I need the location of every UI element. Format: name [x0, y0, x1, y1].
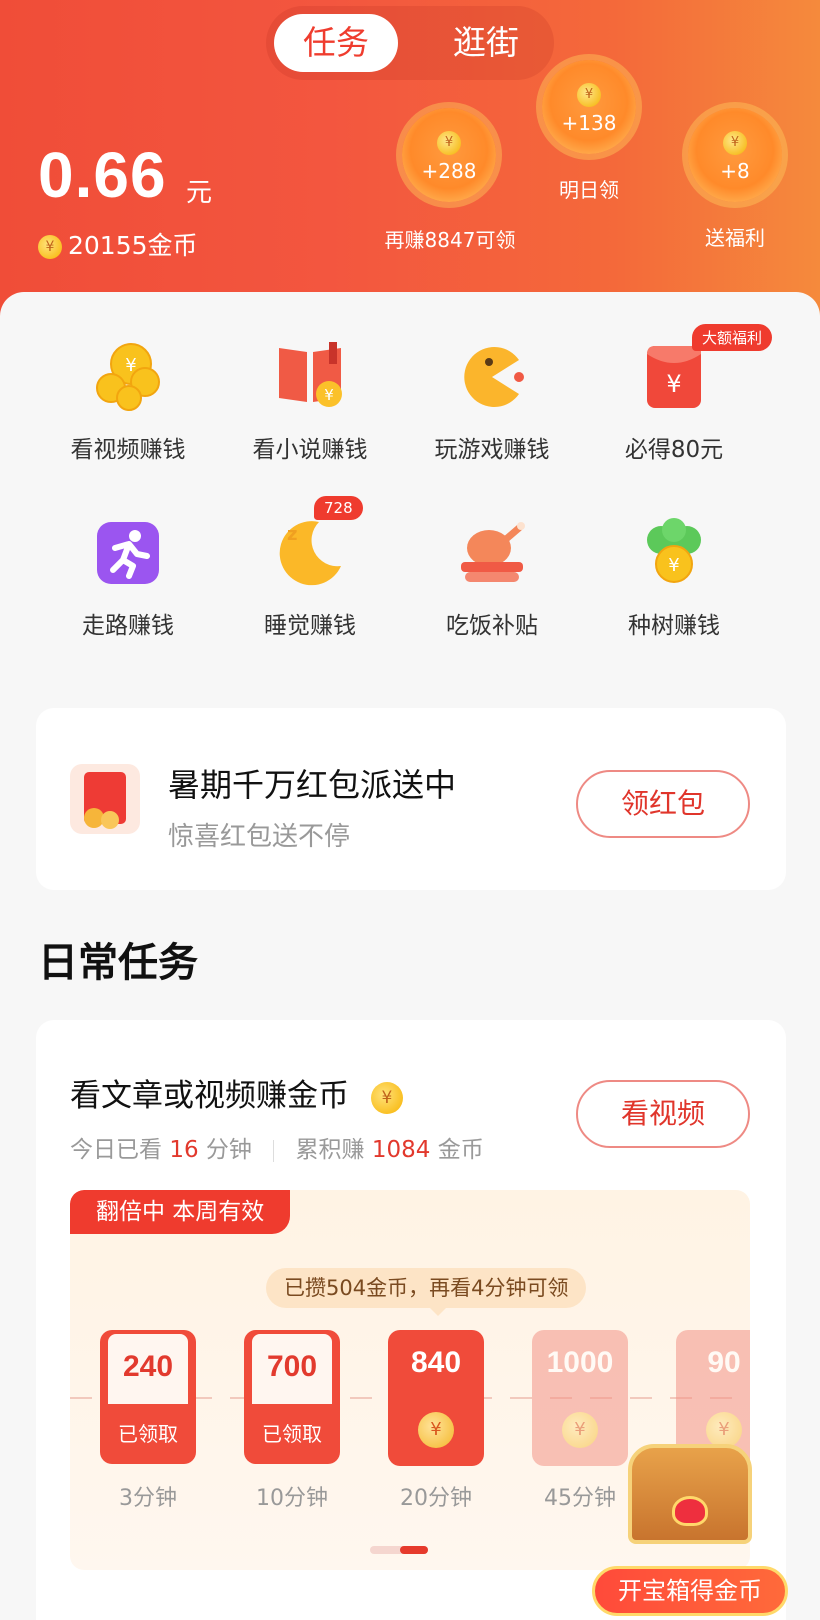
milestone-amount: 840	[410, 1346, 462, 1379]
tab-tasks[interactable]: 任务	[274, 14, 398, 72]
tip-arrow	[430, 1308, 446, 1316]
task-stats: 今日已看 16 分钟 累积赚 1084 金币	[70, 1130, 484, 1164]
grid-item-label: 看视频赚钱	[70, 437, 186, 463]
milestone-envelope[interactable]: 240 已领取	[100, 1330, 196, 1466]
cash-unit: 元	[186, 178, 213, 208]
pacman-icon	[464, 347, 524, 407]
yuan-coin-icon: ¥	[418, 1412, 454, 1448]
sleep-count-badge: 728	[314, 496, 363, 520]
roast-chicken-icon	[461, 522, 525, 582]
progress-tip: 已攒504金币，再看4分钟可领	[266, 1268, 587, 1308]
svg-text:¥: ¥	[666, 370, 681, 398]
coin-bubble-1[interactable]: ¥ +288	[402, 108, 496, 202]
double-reward-tag: 翻倍中 本周有效	[70, 1190, 291, 1234]
bubble-caption: 再赚8847可领	[384, 228, 516, 252]
treasure-chest-widget[interactable]: 开宝箱得金币	[592, 1444, 788, 1620]
heart-icon	[672, 1496, 708, 1526]
money-tree-icon: ¥	[647, 518, 701, 583]
bubble-value: +8	[720, 158, 750, 183]
bubble-value: +138	[561, 110, 617, 135]
red-packet-promo[interactable]: 暑期千万红包派送中 惊喜红包送不停 领红包	[36, 708, 786, 890]
svg-text:z: z	[287, 524, 297, 545]
divider	[273, 1139, 275, 1162]
svg-text:¥: ¥	[125, 355, 136, 376]
milestone-time: 20分钟	[400, 1486, 472, 1511]
watched-unit: 分钟	[205, 1137, 252, 1163]
milestone-amount: 90	[707, 1346, 741, 1379]
coin-bubble-3[interactable]: ¥ +8	[688, 108, 782, 202]
svg-text:¥: ¥	[668, 555, 679, 576]
promo-subtitle: 惊喜红包送不停	[168, 822, 351, 852]
running-icon	[97, 522, 159, 584]
milestone-envelope[interactable]: 840 ¥	[388, 1330, 484, 1466]
bubble-value: +288	[421, 158, 477, 183]
gold-coins-icon: ¥	[96, 343, 160, 411]
grid-item-label: 睡觉赚钱	[264, 613, 356, 639]
cash-balance[interactable]: 0.66	[38, 138, 167, 212]
milestone-amount: 1000	[546, 1346, 614, 1379]
watched-minutes: 16	[169, 1137, 199, 1163]
earned-coins: 1084	[371, 1137, 431, 1163]
watched-label: 今日已看	[70, 1137, 162, 1163]
milestone-amount: 240	[122, 1350, 174, 1383]
milestone-envelope[interactable]: 700 已领取	[244, 1330, 340, 1466]
earned-unit: 金币	[437, 1137, 484, 1163]
bubble-caption: 送福利	[705, 226, 765, 250]
big-bonus-badge: 大额福利	[692, 324, 773, 351]
coin-icon: ¥	[577, 82, 601, 107]
coin-balance-text: 20155金币	[68, 231, 198, 260]
bubble-caption: 明日领	[559, 178, 619, 202]
earned-label: 累积赚	[295, 1137, 365, 1163]
tab-shopping[interactable]: 逛街	[424, 14, 548, 72]
claim-red-packet-button[interactable]: 领红包	[576, 770, 750, 838]
grid-item-label: 走路赚钱	[82, 613, 174, 639]
red-envelope-icon: ¥	[647, 346, 701, 408]
pager-dots	[370, 1546, 428, 1554]
treasure-chest-icon	[628, 1444, 752, 1544]
milestone-status: 已领取	[262, 1422, 322, 1446]
coin-balance[interactable]: ¥20155金币	[38, 226, 198, 262]
coin-icon: ¥	[723, 130, 747, 155]
tab-bar: 任务 逛街	[266, 6, 554, 80]
grid-item-label: 吃饭补贴	[446, 613, 538, 639]
milestone-amount: 700	[266, 1350, 318, 1383]
yuan-coin-icon: ¥	[706, 1412, 742, 1448]
coin-icon: ¥	[370, 1081, 403, 1114]
red-packet-icon	[70, 764, 140, 834]
milestone-status: 已领取	[118, 1422, 178, 1446]
header: 任务 逛街 0.66 元 ¥20155金币 ¥ +288 再赚8847可领 ¥ …	[0, 0, 820, 330]
open-chest-label: 开宝箱得金币	[592, 1566, 788, 1616]
promo-title: 暑期千万红包派送中	[168, 766, 457, 804]
milestone-time: 3分钟	[119, 1486, 177, 1511]
svg-text:¥: ¥	[324, 386, 334, 404]
task-title: 看文章或视频赚金币 ¥	[70, 1070, 409, 1115]
grid-item-label: 种树赚钱	[628, 613, 720, 639]
coin-icon: ¥	[38, 235, 62, 259]
milestone-time: 10分钟	[256, 1486, 328, 1511]
task-title-text: 看文章或视频赚金币	[70, 1078, 349, 1114]
yuan-coin-icon: ¥	[562, 1412, 598, 1448]
grid-item-label: 玩游戏赚钱	[434, 437, 550, 463]
grid-item-label: 必得80元	[624, 437, 724, 463]
coin-bubble-2[interactable]: ¥ +138	[542, 60, 636, 154]
coin-icon: ¥	[437, 130, 461, 155]
book-icon: ¥	[279, 342, 342, 407]
moon-sleep-icon: z	[279, 521, 341, 586]
grid-item-label: 看小说赚钱	[252, 437, 368, 463]
watch-video-button[interactable]: 看视频	[576, 1080, 750, 1148]
pager-dot-active	[400, 1546, 428, 1554]
daily-tasks-title: 日常任务	[38, 940, 198, 986]
